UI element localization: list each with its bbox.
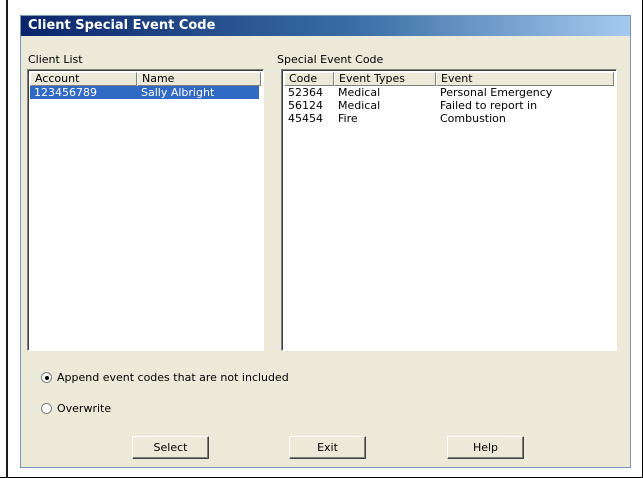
special-event-code-label: Special Event Code [277, 53, 384, 66]
client-row[interactable]: 123456789 Sally Albright [30, 86, 259, 99]
event-cell: Failed to report in [440, 99, 538, 112]
event-cell: Combustion [440, 112, 506, 125]
code-cell: 45454 [288, 112, 323, 125]
event-type-cell: Medical [338, 99, 381, 112]
append-radio[interactable] [41, 371, 52, 383]
code-cell: 56124 [288, 99, 323, 112]
event-code-header: Code Event Types Event [284, 72, 614, 86]
radio-selected-dot [45, 375, 49, 380]
overwrite-option[interactable]: Overwrite [41, 401, 111, 415]
window-title: Client Special Event Code [28, 18, 216, 33]
client-list-listview[interactable]: Account Name 123456789 Sally Albright [27, 69, 264, 351]
overwrite-radio[interactable] [41, 402, 52, 414]
code-cell: 52364 [288, 86, 323, 99]
client-list-header: Account Name [30, 72, 261, 86]
append-radio-label[interactable]: Append event codes that are not included [57, 371, 289, 384]
event-type-cell: Medical [338, 86, 381, 99]
select-button[interactable]: Select [132, 436, 209, 459]
exit-button[interactable]: Exit [289, 436, 366, 459]
event-type-cell: Fire [338, 112, 358, 125]
column-header-name[interactable]: Name [137, 72, 261, 86]
event-code-row[interactable]: 56124 Medical Failed to report in [284, 99, 614, 112]
append-option[interactable]: Append event codes that are not included [41, 370, 289, 384]
event-code-row[interactable]: 45454 Fire Combustion [284, 112, 614, 125]
event-cell: Personal Emergency [440, 86, 553, 99]
client-list-label: Client List [28, 53, 83, 66]
title-bar[interactable]: Client Special Event Code [21, 16, 630, 36]
left-border-rule [6, 0, 8, 478]
account-cell: 123456789 [34, 86, 97, 99]
column-header-event-types[interactable]: Event Types [334, 72, 436, 86]
overwrite-radio-label[interactable]: Overwrite [57, 402, 111, 415]
column-header-event[interactable]: Event [436, 72, 614, 86]
column-header-code[interactable]: Code [284, 72, 334, 86]
help-button[interactable]: Help [447, 436, 524, 459]
special-event-code-listview[interactable]: Code Event Types Event 52364 Medical Per… [281, 69, 617, 351]
column-header-account[interactable]: Account [30, 72, 137, 86]
client-special-event-code-dialog: Client Special Event Code Client List Ac… [20, 15, 631, 468]
event-code-row[interactable]: 52364 Medical Personal Emergency [284, 86, 614, 99]
name-cell: Sally Albright [141, 86, 215, 99]
